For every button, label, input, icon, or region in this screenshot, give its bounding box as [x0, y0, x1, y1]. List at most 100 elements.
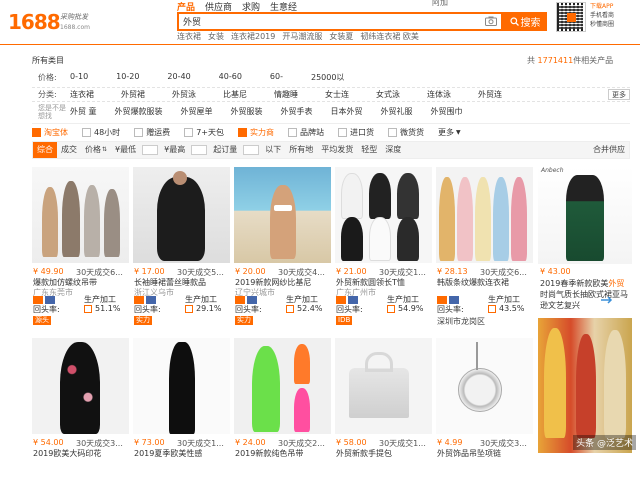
merge-supplier-toggle[interactable]: 合并供应	[589, 142, 629, 158]
tab-products[interactable]: 产品	[177, 0, 195, 13]
search-input[interactable]	[179, 14, 479, 29]
service-filter[interactable]: 7+天包	[184, 127, 224, 138]
product-card[interactable]: ¥ 21.00 30天成交1... 外贸新款圆领长T恤 广东广州市 生产加工 回…	[335, 167, 432, 330]
product-card[interactable]: ¥ 28.13 30天成交6... 韩版条纹爆款连衣裙 生产加工 回头率: 43…	[436, 167, 533, 330]
hot-word[interactable]: 女装	[208, 31, 224, 42]
product-card[interactable]: ¥ 24.00 30天成交2... 2019新款纯色吊带	[234, 338, 331, 501]
category-option[interactable]: 连衣裙	[70, 89, 94, 100]
sort-comprehensive[interactable]: 综合	[33, 142, 57, 158]
suggestion-option[interactable]: 外贸手表	[281, 106, 313, 117]
service-filter[interactable]: 进口货	[337, 127, 374, 138]
category-option[interactable]: 连体泳	[427, 89, 451, 100]
product-title[interactable]: 2019欧美大码印花	[33, 449, 128, 459]
suggestion-option[interactable]: 外贸 童	[70, 106, 97, 117]
service-more[interactable]: 更多 ▼	[438, 127, 475, 138]
camera-icon[interactable]	[485, 16, 497, 26]
product-image[interactable]	[133, 338, 230, 434]
tab-buying-requests[interactable]: 求购	[242, 0, 260, 13]
category-option[interactable]: 情趣睡	[274, 89, 298, 100]
price-option[interactable]: 0-10	[70, 72, 88, 83]
site-logo[interactable]: 1688 采购批发 1688.com	[8, 8, 118, 38]
breadcrumb[interactable]: 所有类目	[32, 55, 64, 66]
price-max-input[interactable]	[191, 145, 208, 155]
suggestion-option[interactable]: 外贸服装	[231, 106, 263, 117]
product-card[interactable]: ¥ 20.00 30天成交4... 2019新款网纱比基尼 辽宁兴城市 生产加工…	[234, 167, 331, 330]
category-option[interactable]: 外贸泳	[172, 89, 196, 100]
product-title[interactable]: 外贸新款手提包	[336, 449, 431, 459]
hot-word[interactable]: 女装夏	[329, 31, 353, 42]
product-image[interactable]	[32, 167, 129, 263]
category-option[interactable]: 比基尼	[223, 89, 247, 100]
side-ad-image-2[interactable]	[538, 318, 632, 453]
side-ad-description[interactable]: 2019春季新款欧美外贸时尚气质长抽欧式裙亚马逊文艺复兴	[540, 278, 630, 311]
service-filter[interactable]: 品牌站	[287, 127, 324, 138]
product-title[interactable]: 外贸饰品吊坠项链	[437, 449, 532, 459]
depth-filter[interactable]: 深度	[381, 142, 405, 158]
service-checkbox[interactable]	[387, 127, 397, 137]
product-image[interactable]	[133, 167, 230, 263]
service-checkbox[interactable]	[237, 127, 247, 137]
price-option[interactable]: 25000以	[311, 72, 344, 83]
service-checkbox[interactable]	[82, 127, 91, 137]
side-ad-image[interactable]	[538, 167, 632, 264]
product-card[interactable]: ¥ 4.99 30天成交3... 外贸饰品吊坠项链	[436, 338, 533, 501]
service-checkbox[interactable]	[184, 127, 194, 137]
side-ad[interactable]: Anbech ¥ 43.00 2019春季新款欧美外贸时尚气质长抽欧式裙亚马逊文…	[538, 167, 632, 453]
price-option[interactable]: 60-	[270, 72, 283, 83]
sort-sales[interactable]: 成交	[57, 142, 81, 158]
product-image[interactable]	[436, 338, 533, 434]
service-filter[interactable]: 微货货	[387, 127, 424, 138]
suggestion-option[interactable]: 外贸礼服	[381, 106, 413, 117]
price-option[interactable]: 10-20	[116, 72, 139, 83]
product-card[interactable]: ¥ 58.00 30天成交1... 外贸新款手提包	[335, 338, 432, 501]
hot-word[interactable]: 连衣裙	[177, 31, 201, 42]
hot-word[interactable]: 韧纬连衣裙 欧美	[360, 31, 419, 42]
delivery-filter[interactable]: 平均发货	[317, 142, 357, 158]
service-checkbox[interactable]	[32, 127, 41, 137]
tab-business-tips[interactable]: 生意经	[270, 0, 297, 13]
suggestion-option[interactable]: 外贸屋单	[181, 106, 213, 117]
suggestion-option[interactable]: 外贸围巾	[431, 106, 463, 117]
service-checkbox[interactable]	[337, 127, 347, 137]
service-checkbox[interactable]	[287, 127, 297, 137]
app-download-text[interactable]: 下载APP 手机看商 秒懂商圈	[590, 2, 614, 29]
price-min-input[interactable]	[142, 145, 159, 155]
product-title[interactable]: 韩版条纹爆款连衣裙	[437, 278, 532, 288]
category-option[interactable]: 外贸裙	[121, 89, 145, 100]
service-filter[interactable]: 实力商	[237, 127, 274, 138]
product-title[interactable]: 2019夏季欧美性感	[134, 449, 229, 459]
service-filter[interactable]: 48小时	[82, 127, 120, 138]
type-filter[interactable]: 轻型	[357, 142, 381, 158]
arrow-icon[interactable]	[600, 296, 614, 304]
sort-price[interactable]: 价格 ⇅	[81, 142, 111, 158]
hot-word[interactable]: 开马潮流服	[282, 31, 322, 42]
product-image[interactable]	[436, 167, 533, 263]
service-filter[interactable]: 赠运费	[134, 127, 170, 138]
region-select[interactable]: 所有地	[285, 142, 317, 158]
product-card[interactable]: ¥ 54.00 30天成交3... 2019欧美大码印花	[32, 338, 129, 501]
service-filter[interactable]: 淘宝体	[32, 127, 68, 138]
top-user-name[interactable]: 阿加	[432, 0, 448, 8]
product-image[interactable]	[335, 167, 432, 263]
product-card[interactable]: ¥ 73.00 30天成交1... 2019夏季欧美性感	[133, 338, 230, 501]
suggestion-option[interactable]: 外贸爆款服装	[115, 106, 163, 117]
product-card[interactable]: ¥ 49.90 30天成交6... 爆款加仿螺纹吊带 广东东莞市 生产加工 回头…	[32, 167, 129, 330]
category-option[interactable]: 女士连	[325, 89, 349, 100]
product-card[interactable]: ¥ 17.00 30天成交5... 长袖睡裙蕾丝睡款品 浙江义乌市 生产加工 回…	[133, 167, 230, 330]
tab-suppliers[interactable]: 供应商	[205, 0, 232, 13]
product-image[interactable]	[234, 167, 331, 263]
search-button[interactable]: 搜索	[503, 12, 547, 31]
hot-word[interactable]: 连衣裙2019	[231, 31, 275, 42]
service-checkbox[interactable]	[134, 127, 144, 137]
price-option[interactable]: 20-40	[167, 72, 190, 83]
product-image[interactable]	[32, 338, 129, 434]
category-more-button[interactable]: 更多	[608, 89, 630, 100]
product-image[interactable]	[335, 338, 432, 434]
suggestion-option[interactable]: 日本外贸	[331, 106, 363, 117]
product-image[interactable]	[234, 338, 331, 434]
product-title[interactable]: 2019新款纯色吊带	[235, 449, 330, 459]
category-option[interactable]: 女式泳	[376, 89, 400, 100]
category-option[interactable]: 外贸连	[478, 89, 502, 100]
price-option[interactable]: 40-60	[219, 72, 242, 83]
moq-input[interactable]	[243, 145, 260, 155]
